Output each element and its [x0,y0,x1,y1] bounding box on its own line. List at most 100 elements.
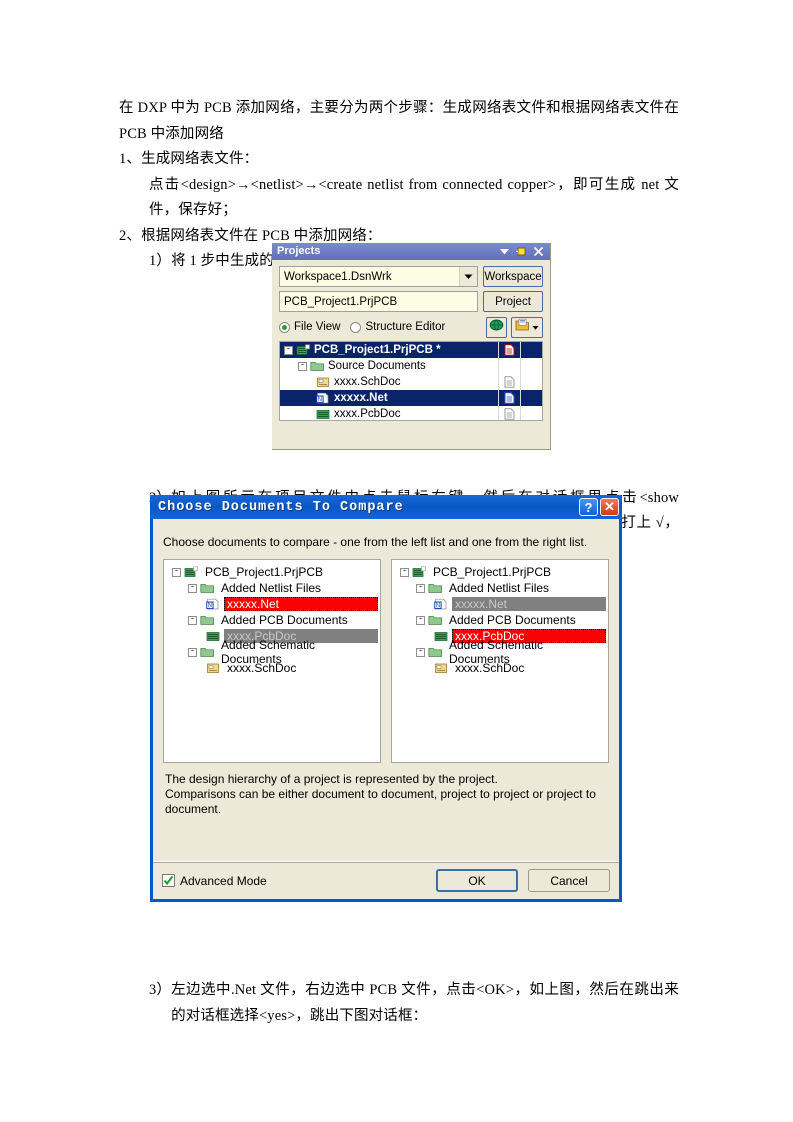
tree-row-extra-column [520,406,542,420]
choose-documents-to-compare-dialog: Choose Documents To Compare ? ✕ Choose d… [150,495,622,902]
document-tree-row-label: Added Netlist Files [221,581,322,595]
navigate-button[interactable] [486,316,507,338]
right-document-list[interactable]: - PCB_Project1.PrjPCB - Added Netlist Files… [391,559,609,763]
radio-file-view[interactable]: File View [279,321,340,333]
globe-icon [489,318,504,337]
workspace-combo[interactable]: Workspace1.DsnWrk [279,266,478,287]
dialog-instruction: Choose documents to compare - one from t… [163,535,588,549]
document-tree-row-label: Added PCB Documents [449,613,576,627]
tree-row-extra-column [520,342,542,358]
folder-icon [200,647,214,657]
tree-row[interactable]: Nxxxxx.Net [280,390,542,406]
document-tree-row-label: PCB_Project1.PrjPCB [205,565,324,579]
document-tree-row-label: Added Netlist Files [449,581,550,595]
document-tree-row-label: Added PCB Documents [221,613,348,627]
tree-expander-icon[interactable]: - [416,581,425,593]
document-tree-row[interactable]: - PCB_Project1.PrjPCB [168,564,378,580]
net-doc-icon: N [316,392,329,403]
dialog-titlebar: Choose Documents To Compare ? ✕ [150,495,622,519]
advanced-mode-checkbox[interactable]: Advanced Mode [162,874,267,888]
tree-expander-icon[interactable]: - [400,565,409,577]
projects-panel-title: Projects [277,245,321,257]
tree-row-doc-status [498,374,520,390]
document-tree-row[interactable]: - Added PCB Documents [396,612,606,628]
tree-row-doc-status [498,358,520,374]
workspace-button[interactable]: Workspace [483,266,543,287]
tree-expander-icon[interactable]: - [284,343,293,355]
left-document-list[interactable]: - PCB_Project1.PrjPCB - Added Netlist Files… [163,559,381,763]
tree-expander-icon[interactable]: - [416,613,425,625]
chevron-down-icon[interactable] [532,318,539,336]
projects-panel-titlebar: Projects [272,243,550,260]
chevron-down-icon[interactable] [499,246,510,257]
document-tree-row[interactable]: - PCB_Project1.PrjPCB [396,564,606,580]
tree-row-status-columns [498,342,542,358]
tree-row-label: xxxxx.Net [334,392,388,404]
close-icon[interactable]: ✕ [600,498,619,516]
tree-expander-icon[interactable]: - [416,645,425,657]
project-textbox[interactable]: PCB_Project1.PrjPCB [279,291,478,312]
advanced-mode-label: Advanced Mode [180,873,267,888]
open-project-dropdown-button[interactable] [511,316,543,338]
net-doc-icon: N [206,598,219,609]
project-button[interactable]: Project [483,291,543,312]
tree-row-label: xxxx.SchDoc [334,376,401,388]
tree-row-status-columns [498,358,542,374]
tree-row-doc-status [498,342,520,358]
document-tree-row[interactable]: - Added Netlist Files [168,580,378,596]
document-tree-row-label: xxxx.SchDoc [455,661,525,675]
document-tree-row-label: xxxx.SchDoc [227,661,297,675]
step-1-marker: 1、 [119,151,142,167]
document-tree-row[interactable]: - Added PCB Documents [168,612,378,628]
chevron-down-icon[interactable] [459,267,477,286]
dialog-note-line-2: Comparisons can be either document to do… [165,787,596,816]
schematic-doc-icon [435,663,447,673]
tree-row[interactable]: xxxx.PcbDoc [280,406,542,420]
tree-row-extra-column [520,390,542,406]
substep-3-marker: 3） [149,982,172,998]
step-1-body: 点击<design>→<netlist>→<create netlist fro… [149,176,679,219]
cancel-button[interactable]: Cancel [528,869,610,892]
project-row: PCB_Project1.PrjPCB Project [279,291,543,312]
ok-button[interactable]: OK [436,869,518,892]
project-tree[interactable]: - PCB_Project1.PrjPCB * - Source Documents x… [279,341,543,421]
document-tree-row[interactable]: - Added Schematic Documents [396,638,606,666]
help-icon[interactable]: ? [579,498,598,516]
document-tree-row[interactable]: - Added Schematic Documents [168,638,378,666]
close-icon[interactable] [533,246,544,257]
document-tree-row[interactable]: Nxxxxx.Net [396,596,606,612]
tree-expander-icon[interactable]: - [188,613,197,625]
radio-structure-editor[interactable]: Structure Editor [350,321,445,333]
tree-row-status-columns [498,374,542,390]
tree-row[interactable]: - PCB_Project1.PrjPCB * [280,342,542,358]
svg-text:N: N [436,603,440,609]
tree-row-status-columns [498,390,542,406]
tree-row[interactable]: - Source Documents [280,358,542,374]
folder-icon [428,647,442,657]
pin-icon[interactable] [516,246,527,257]
tree-row-doc-status [498,406,520,420]
intro-paragraph: 在 DXP 中为 PCB 添加网络，主要分为两个步骤：生成网络表文件和根据网络表… [119,100,679,142]
dialog-note: The design hierarchy of a project is rep… [163,763,609,817]
pcb-project-icon [184,566,198,577]
tree-expander-icon[interactable]: - [188,581,197,593]
document-tree-row-label: xxxxx.Net [224,597,378,611]
tree-expander-icon[interactable]: - [172,565,181,577]
step-2-marker: 2、 [119,227,142,244]
workspace-combo-value: Workspace1.DsnWrk [284,270,392,283]
tree-row-extra-column [520,358,542,374]
substep-3-row: 3） 左边选中.Net 文件，右边选中 PCB 文件，点击<OK>，如上图，然后… [149,978,679,1029]
tree-row-label: xxxx.PcbDoc [334,408,401,420]
tree-expander-icon[interactable]: - [298,359,307,371]
dialog-footer: Advanced Mode OK Cancel [153,861,619,899]
folder-icon [310,361,324,371]
blue-doc-icon [504,392,515,404]
tree-row[interactable]: xxxx.SchDoc [280,374,542,390]
tree-row-label: Source Documents [328,360,426,372]
document-tree-row-label: xxxxx.Net [452,597,606,611]
document-tree-row[interactable]: Nxxxxx.Net [168,596,378,612]
projects-panel: Projects Workspace1.DsnWrk Workspace PCB… [272,243,551,450]
tree-expander-icon[interactable]: - [188,645,197,657]
document-tree-row[interactable]: - Added Netlist Files [396,580,606,596]
pcb-project-icon [296,344,310,355]
